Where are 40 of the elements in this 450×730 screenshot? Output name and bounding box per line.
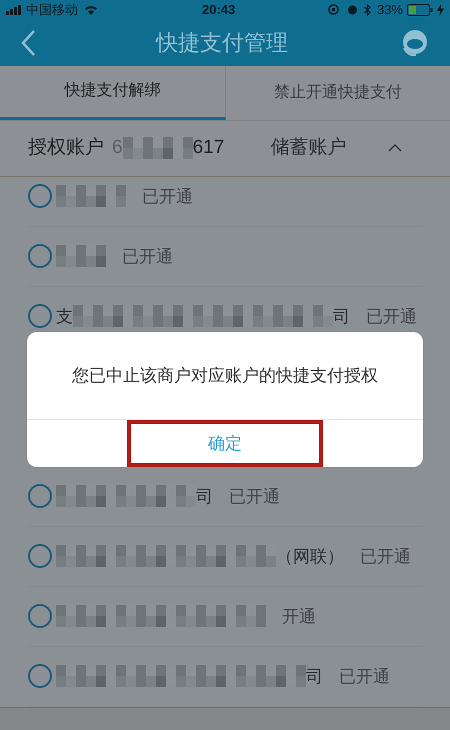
radio-button[interactable] — [28, 544, 52, 568]
signal-icon — [6, 4, 22, 15]
dialog-message: 您已中止该商户对应账户的快捷支付授权 — [72, 364, 378, 387]
status-label: 已开通 — [142, 186, 193, 208]
status-label: 已开通 — [339, 666, 390, 688]
redaction-mosaic — [122, 137, 193, 160]
customer-service-icon[interactable] — [400, 28, 430, 58]
chevron-up-icon[interactable] — [388, 144, 402, 152]
merchant-name-start: 支 — [56, 306, 73, 328]
account-type: 储蓄账户 — [270, 136, 346, 160]
wifi-icon — [84, 4, 98, 15]
radio-button[interactable] — [28, 604, 52, 628]
radio-button[interactable] — [28, 304, 52, 328]
merchant-name-end: 司 — [196, 486, 213, 508]
bluetooth-icon — [364, 4, 371, 16]
page-title: 快捷支付管理 — [156, 29, 288, 58]
status-label: 已开通 — [122, 246, 173, 268]
radio-button[interactable] — [28, 244, 52, 268]
clock-time: 20:43 — [202, 1, 236, 19]
status-label: 已开通 — [360, 546, 411, 568]
account-number-end: 617 — [192, 136, 224, 160]
charging-icon — [437, 4, 444, 16]
tab[interactable]: 禁止开通快捷支付 — [226, 66, 450, 120]
status-label: 开通 — [282, 606, 316, 628]
merchant-name-end: 司 — [333, 306, 350, 328]
confirm-button[interactable]: 确定 — [127, 420, 323, 467]
radio-button[interactable] — [28, 484, 52, 508]
merchant-name-end: （网联） — [276, 546, 344, 568]
radio-button[interactable] — [28, 664, 52, 688]
battery-icon — [407, 4, 433, 16]
radio-button[interactable] — [28, 184, 52, 208]
carrier-name: 中国移动 — [26, 1, 78, 19]
battery-percent: 33% — [376, 1, 403, 19]
merchant-name-end: 司 — [306, 666, 323, 688]
lock-rotation-icon — [328, 4, 339, 16]
status-label: 已开通 — [366, 306, 417, 328]
account-label: 授权账户 — [28, 136, 104, 160]
status-label: 已开通 — [229, 486, 280, 508]
redaction-mosaic — [56, 185, 126, 208]
redaction-mosaic — [56, 245, 106, 268]
